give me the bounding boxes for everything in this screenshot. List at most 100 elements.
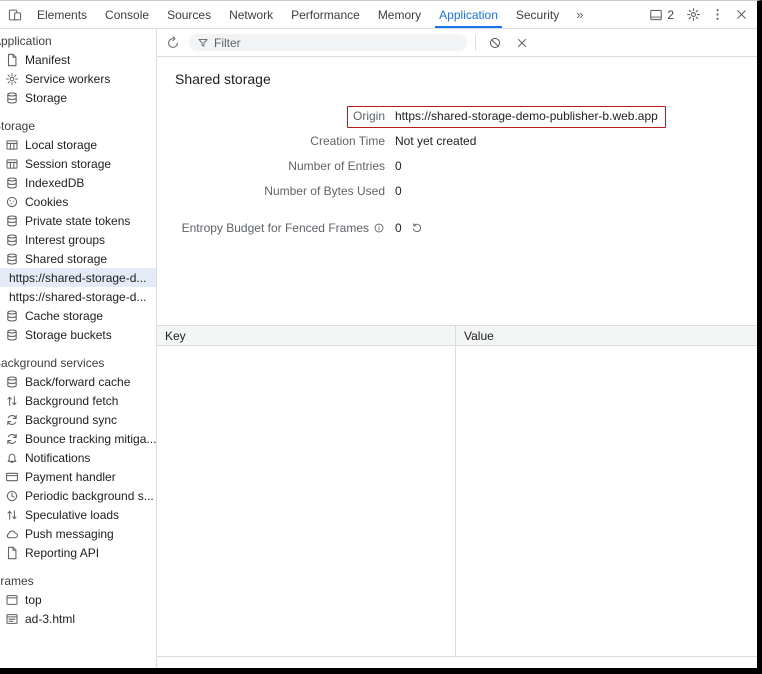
column-header-key[interactable]: Key bbox=[157, 326, 455, 345]
field-value: 0 bbox=[395, 221, 402, 235]
database-icon bbox=[5, 309, 19, 323]
info-icon[interactable] bbox=[373, 222, 385, 234]
device-toolbar-icon bbox=[8, 8, 22, 22]
field-label-cell: Origin bbox=[173, 109, 385, 123]
sidebar-item-label: Background sync bbox=[25, 413, 117, 427]
field-value-cell: 0 bbox=[395, 221, 423, 235]
more-tabs-button[interactable]: » bbox=[568, 1, 591, 28]
toolbar-divider bbox=[475, 35, 476, 51]
application-sidebar: ApplicationManifestService workersStorag… bbox=[0, 29, 157, 668]
sidebar-item-cache-storage[interactable]: Cache storage bbox=[0, 306, 156, 325]
database-icon bbox=[5, 252, 19, 266]
tab-elements[interactable]: Elements bbox=[28, 1, 96, 28]
sidebar-item-label: Push messaging bbox=[25, 527, 114, 541]
sidebar-item-manifest[interactable]: Manifest bbox=[0, 50, 156, 69]
sidebar-item-label: Interest groups bbox=[25, 233, 105, 247]
tab-performance[interactable]: Performance bbox=[282, 1, 369, 28]
reset-budget-icon[interactable] bbox=[411, 222, 423, 234]
sidebar-item-cookies[interactable]: Cookies bbox=[0, 192, 156, 211]
sidebar-item-label: Background fetch bbox=[25, 394, 118, 408]
field-value-cell: 0 bbox=[395, 184, 402, 198]
cookie-icon bbox=[5, 195, 19, 209]
metadata-fields: Origin https://shared-storage-demo-publis… bbox=[173, 103, 741, 240]
sidebar-item-private-state-tokens[interactable]: Private state tokens bbox=[0, 211, 156, 230]
sidebar-item-background-sync[interactable]: Background sync bbox=[0, 410, 156, 429]
database-icon bbox=[5, 328, 19, 342]
sidebar-item-push-messaging[interactable]: Push messaging bbox=[0, 524, 156, 543]
sidebar-item-session-storage[interactable]: Session storage bbox=[0, 154, 156, 173]
sidebar-item-interest-groups[interactable]: Interest groups bbox=[0, 230, 156, 249]
field-row-creation-time: Creation TimeNot yet created bbox=[173, 128, 741, 153]
console-drawer-badge[interactable]: 2 bbox=[642, 8, 681, 22]
clear-all-button[interactable] bbox=[484, 32, 506, 54]
tab-network[interactable]: Network bbox=[220, 1, 282, 28]
sync-icon bbox=[5, 413, 19, 427]
field-label-cell: Entropy Budget for Fenced Frames bbox=[173, 221, 385, 235]
tab-memory[interactable]: Memory bbox=[369, 1, 430, 28]
clock-icon bbox=[5, 489, 19, 503]
sidebar-item-label: Storage buckets bbox=[25, 328, 112, 342]
sidebar-item-top[interactable]: top bbox=[0, 590, 156, 609]
sidebar-item-background-fetch[interactable]: Background fetch bbox=[0, 391, 156, 410]
console-messages-icon bbox=[649, 8, 663, 22]
toggle-device-toolbar-button[interactable] bbox=[2, 1, 28, 28]
settings-gear-icon[interactable] bbox=[682, 3, 705, 26]
sidebar-item-label: Back/forward cache bbox=[25, 375, 130, 389]
tab-sources[interactable]: Sources bbox=[158, 1, 220, 28]
sidebar-item-label: Storage bbox=[25, 91, 67, 105]
refresh-button[interactable] bbox=[162, 32, 184, 54]
field-value: 0 bbox=[395, 159, 402, 173]
field-value-cell: 0 bbox=[395, 159, 402, 173]
field-label-cell: Number of Entries bbox=[173, 159, 385, 173]
close-devtools-icon[interactable] bbox=[730, 3, 753, 26]
sidebar-item-label: https://shared-storage-d... bbox=[9, 271, 146, 285]
section-header-storage: Storage bbox=[0, 118, 156, 135]
database-icon bbox=[5, 176, 19, 190]
field-row-number-of-entries: Number of Entries 0 bbox=[173, 153, 741, 178]
sidebar-item-indexeddb[interactable]: IndexedDB bbox=[0, 173, 156, 192]
column-header-value[interactable]: Value bbox=[455, 326, 757, 345]
sidebar-item-speculative-loads[interactable]: Speculative loads bbox=[0, 505, 156, 524]
sidebar-item-ad-3-html[interactable]: ad-3.html bbox=[0, 609, 156, 628]
sidebar-item-notifications[interactable]: Notifications bbox=[0, 448, 156, 467]
sidebar-item-storage[interactable]: Storage bbox=[0, 88, 156, 107]
sidebar-section-storage: StorageLocal storageSession storage Index… bbox=[0, 118, 156, 344]
sidebar-item-https-shared-storage-d[interactable]: https://shared-storage-d... bbox=[0, 287, 156, 306]
sidebar-item-label: Bounce tracking mitiga... bbox=[25, 432, 156, 446]
sidebar-item-periodic-background-s[interactable]: Periodic background s... bbox=[0, 486, 156, 505]
frame-icon bbox=[5, 593, 19, 607]
tab-application[interactable]: Application bbox=[430, 1, 507, 28]
sidebar-item-label: Shared storage bbox=[25, 252, 107, 266]
devtools-window: ElementsConsoleSourcesNetworkPerformance… bbox=[0, 0, 762, 674]
sidebar-item-label: top bbox=[25, 593, 42, 607]
kebab-menu-icon[interactable] bbox=[706, 3, 729, 26]
arrows-updown-icon bbox=[5, 508, 19, 522]
panel-tabs: ElementsConsoleSourcesNetworkPerformance… bbox=[28, 1, 568, 28]
field-label: Number of Bytes Used bbox=[264, 184, 385, 198]
sidebar-item-reporting-api[interactable]: Reporting API bbox=[0, 543, 156, 562]
section-header-frames: Frames bbox=[0, 573, 156, 590]
sidebar-item-service-workers[interactable]: Service workers bbox=[0, 69, 156, 88]
delete-selected-button[interactable] bbox=[511, 32, 533, 54]
field-label: Number of Entries bbox=[288, 159, 385, 173]
gear-icon bbox=[5, 72, 19, 86]
filter-input[interactable]: Filter bbox=[189, 34, 467, 51]
sidebar-item-label: IndexedDB bbox=[25, 176, 84, 190]
sidebar-item-https-shared-storage-d[interactable]: https://shared-storage-d... bbox=[0, 268, 156, 287]
sidebar-item-back-forward-cache[interactable]: Back/forward cache bbox=[0, 372, 156, 391]
database-icon bbox=[5, 214, 19, 228]
sidebar-item-label: Reporting API bbox=[25, 546, 99, 560]
sidebar-item-storage-buckets[interactable]: Storage buckets bbox=[0, 325, 156, 344]
sidebar-item-label: ad-3.html bbox=[25, 612, 75, 626]
sidebar-item-shared-storage[interactable]: Shared storage bbox=[0, 249, 156, 268]
tab-console[interactable]: Console bbox=[96, 1, 158, 28]
sidebar-item-bounce-tracking-mitiga[interactable]: Bounce tracking mitiga... bbox=[0, 429, 156, 448]
sidebar-item-local-storage[interactable]: Local storage bbox=[0, 135, 156, 154]
sidebar-item-payment-handler[interactable]: Payment handler bbox=[0, 467, 156, 486]
tab-security[interactable]: Security bbox=[507, 1, 568, 28]
bell-icon bbox=[5, 451, 19, 465]
document-icon bbox=[5, 546, 19, 560]
field-label-cell: Creation Time bbox=[173, 134, 385, 148]
document-icon bbox=[5, 53, 19, 67]
field-value: https://shared-storage-demo-publisher-b.… bbox=[395, 109, 658, 123]
